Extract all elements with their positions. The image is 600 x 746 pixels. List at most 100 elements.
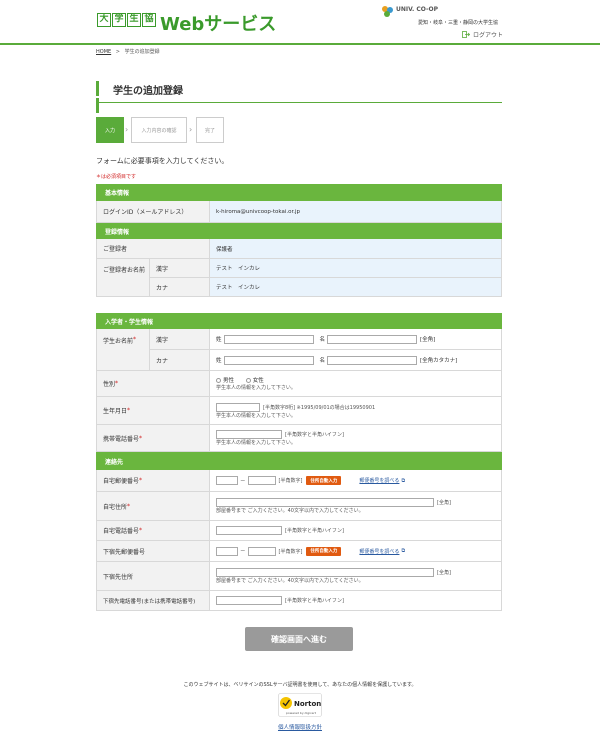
step-input: 入力: [96, 117, 124, 143]
birthdate-note: 学生本人の情報を入力して下さい。: [216, 412, 296, 419]
logo-char: 協: [142, 13, 156, 27]
section-basic-info: 基本情報: [96, 184, 502, 201]
norton-powered-text: powered by digicert: [286, 711, 317, 715]
registrant-name-label: ご登録者お名前: [97, 259, 150, 296]
section-registration-info: 登録情報: [96, 223, 502, 239]
home-zip-label: 自宅郵便番号 *: [97, 470, 210, 491]
row-gender: 性別 * 男性 女性 学生本人の情報を入力して下さい。: [96, 371, 502, 397]
student-kanji-mei-input[interactable]: [327, 334, 418, 344]
section-contact: 連絡先: [96, 452, 502, 470]
breadcrumb: HOME > 学生の追加登録: [96, 48, 160, 55]
student-kana-mei-input[interactable]: [327, 355, 418, 365]
univ-coop-logo-text: UNIV. CO-OP: [396, 6, 438, 13]
mobile-phone-input[interactable]: [216, 430, 282, 439]
home-address-input[interactable]: [216, 498, 434, 507]
registrant-kana-label: カナ: [150, 278, 210, 296]
home-zip-second-input[interactable]: [247, 476, 276, 485]
logo-char: 大: [97, 13, 111, 27]
lodging-zip-second-input[interactable]: [247, 546, 276, 556]
student-kanji-label: 漢字: [150, 329, 210, 349]
student-kanji-inputs: 姓 名 [全角]: [210, 329, 501, 349]
gender-note: 学生本人の情報を入力して下さい。: [216, 385, 296, 391]
page-title-bar: 学生の追加登録: [96, 81, 502, 113]
row-birthdate: 生年月日 * [半角数字8桁] ※1995/09/01の場合は19950901 学…: [96, 397, 502, 425]
lodging-phone-input[interactable]: [216, 596, 282, 605]
norton-seal-icon[interactable]: Norton powered by digicert: [278, 693, 322, 717]
region-text: 愛知・岐阜・三重・静岡の大学生協: [418, 20, 499, 26]
page-title: 学生の追加登録: [113, 86, 183, 97]
lodging-phone-label: 下宿先電話番号(または携帯電話番号): [97, 591, 210, 610]
student-kana-inputs: 姓 名 [全角カタカナ]: [210, 350, 501, 370]
intro-text: フォームに必要事項を入力してください。: [96, 157, 229, 165]
birthdate-label: 生年月日 *: [97, 397, 210, 424]
lodging-address-label: 下宿先住所: [97, 562, 210, 590]
logo-char: 学: [112, 13, 126, 27]
home-address-autofill-button[interactable]: 住所自動入力: [306, 476, 342, 485]
step-complete: 完了: [196, 117, 224, 143]
home-zip-first-input[interactable]: [216, 476, 238, 485]
registrant-kanji-label: 漢字: [150, 259, 210, 277]
gender-label: 性別 *: [97, 371, 210, 396]
logout-icon: [462, 31, 470, 38]
row-home-zip: 自宅郵便番号 * － [半角数字] 住所自動入力 郵便番号を調べる ⧉: [96, 470, 502, 492]
coop-logo[interactable]: 大 学 生 協: [97, 13, 156, 27]
section-student-info: 入学者・学生情報: [96, 313, 502, 329]
univ-coop-logo-icon: [382, 6, 393, 17]
birthdate-input[interactable]: [216, 402, 260, 412]
header-divider: [0, 43, 600, 45]
breadcrumb-current: 学生の追加登録: [124, 49, 160, 55]
logout-label: ログアウト: [473, 32, 504, 39]
breadcrumb-home-link[interactable]: HOME: [96, 49, 111, 55]
row-lodging-phone: 下宿先電話番号(または携帯電話番号) [半角数字と半角ハイフン]: [96, 591, 502, 611]
home-address-label: 自宅住所 *: [97, 492, 210, 520]
login-id-label: ログインID（メールアドレス）: [97, 201, 210, 222]
registrant-kana-value: テスト インカレ: [210, 278, 501, 296]
lodging-zip-first-input[interactable]: [216, 546, 238, 556]
registrant-kanji-value: テスト インカレ: [210, 259, 501, 277]
row-home-phone: 自宅電話番号 * [半角数字と半角ハイフン]: [96, 521, 502, 541]
title-accent-bars: [96, 81, 104, 113]
logo-char: 生: [127, 13, 141, 27]
row-login-id: ログインID（メールアドレス） k-hiroma@univcoop-tokai.…: [96, 201, 502, 223]
row-mobile-phone: 携帯電話番号 * [半角数字と半角ハイフン] 学生本人の情報を入力して下さい。: [96, 425, 502, 452]
student-kana-sei-input[interactable]: [223, 355, 314, 365]
breadcrumb-separator: >: [115, 49, 120, 55]
home-phone-input[interactable]: [216, 526, 282, 535]
home-zip-lookup-link[interactable]: 郵便番号を調べる: [359, 477, 399, 484]
step-arrow-icon: ›: [189, 125, 193, 134]
row-home-address: 自宅住所 * [全角] 部屋番号まで ご入力ください。40文字以内で入力してくださ…: [96, 492, 502, 521]
ssl-notice: このウェブサイトは、ベリサインのSSLサーバ証明書を使用して、あなたの個人情報を…: [183, 682, 417, 688]
home-address-note: 部屋番号まで ご入力ください。40文字以内で入力してください。: [216, 508, 364, 514]
home-phone-label: 自宅電話番号 *: [97, 521, 210, 540]
lodging-zip-lookup-link[interactable]: 郵便番号を調べる: [359, 548, 399, 555]
external-link-icon: ⧉: [401, 548, 406, 554]
mobile-phone-label: 携帯電話番号 *: [97, 425, 210, 451]
required-note: ＊は必須項目です: [96, 174, 137, 180]
step-arrow-icon: ›: [125, 125, 129, 134]
lodging-address-note: 部屋番号まで ご入力ください。40文字以内で入力してください。: [216, 578, 364, 584]
confirm-submit-button[interactable]: 確認画面へ進む: [245, 627, 353, 651]
lodging-address-input[interactable]: [216, 568, 434, 577]
row-lodging-address: 下宿先住所 [全角] 部屋番号まで ご入力ください。40文字以内で入力してくださ…: [96, 562, 502, 591]
registrant-value: 保護者: [210, 239, 501, 258]
row-registrant: ご登録者 保護者: [96, 239, 502, 259]
row-lodging-zip: 下宿先郵便番号 － [半角数字] 住所自動入力 郵便番号を調べる ⧉: [96, 541, 502, 562]
student-name-label: 学生お名前 *: [97, 329, 150, 370]
gender-female-radio[interactable]: [245, 378, 251, 383]
mobile-phone-note: 学生本人の情報を入力して下さい。: [216, 440, 296, 446]
login-id-value: k-hiroma@univcoop-tokai.or.jp: [210, 201, 501, 222]
external-link-icon: ⧉: [401, 477, 406, 484]
student-kanji-sei-input[interactable]: [223, 334, 314, 344]
lodging-zip-label: 下宿先郵便番号: [97, 541, 210, 561]
row-student-name: 学生お名前 * 漢字 姓 名 [全角] カナ 姓 名 [全角カタカナ]: [96, 329, 502, 371]
logout-link[interactable]: ログアウト: [462, 30, 503, 39]
student-kana-label: カナ: [150, 350, 210, 370]
row-registrant-name: ご登録者お名前 漢字 テスト インカレ カナ テスト インカレ: [96, 259, 502, 297]
privacy-policy-link[interactable]: 個人情報取扱方針: [0, 723, 600, 731]
registrant-label: ご登録者: [97, 239, 210, 258]
step-confirm: 入力内容の確認: [131, 117, 187, 143]
gender-male-radio[interactable]: [216, 378, 221, 383]
norton-brand-text: Norton: [294, 700, 321, 708]
lodging-address-autofill-button[interactable]: 住所自動入力: [306, 546, 342, 556]
web-service-logo-text: Webサービス: [160, 14, 277, 35]
